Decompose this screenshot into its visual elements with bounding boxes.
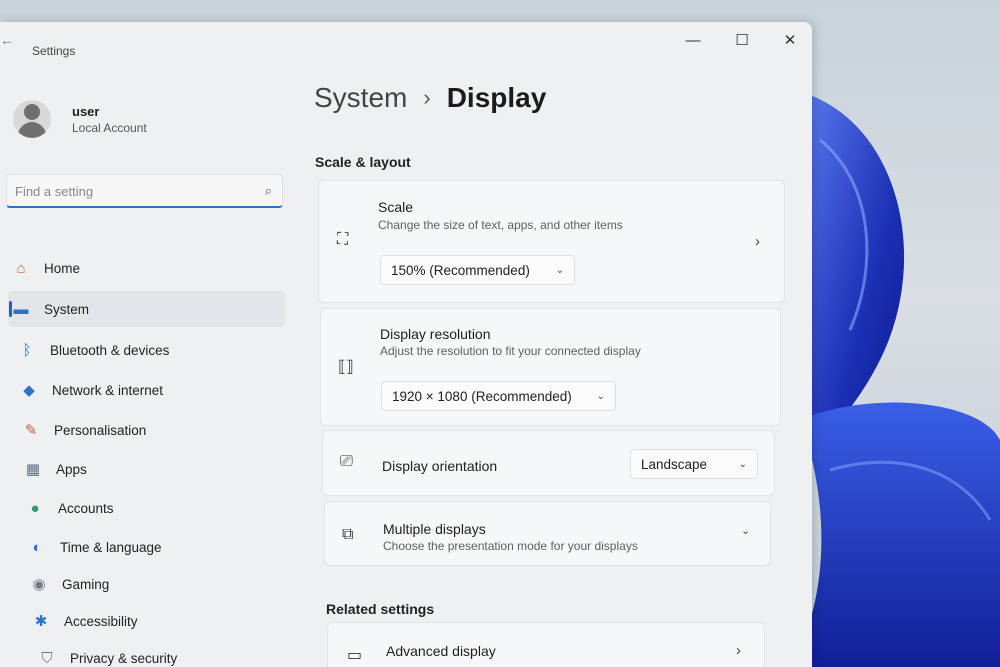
person-icon: ● [30,499,40,517]
orientation-value: Landscape [641,456,708,472]
sidebar-item-home[interactable]: ⌂ Home [8,250,285,286]
chevron-right-icon[interactable]: › [736,642,741,659]
scale-subtitle: Change the size of text, apps, and other… [378,218,623,232]
breadcrumb-parent[interactable]: System [314,82,407,114]
globe-icon: ◐ [32,538,42,556]
home-icon: ⌂ [16,259,26,277]
sidebar-item-label: Accessibility [64,613,138,629]
sidebar-item-label: Bluetooth & devices [50,342,170,358]
scale-icon: ⛶ [337,231,349,248]
sidebar-item-bluetooth-devices[interactable]: ᛒ Bluetooth & devices [14,332,291,368]
account-type: Local Account [72,121,147,135]
resolution-value: 1920 × 1080 (Recommended) [392,388,572,404]
monitor-icon: ▭ [347,647,363,664]
sidebar-item-network-internet[interactable]: ◆ Network & internet [16,372,293,408]
sidebar-item-label: Privacy & security [70,650,178,666]
wifi-icon: ◆ [23,382,35,399]
orientation-icon: ⎚ [340,453,353,470]
multiple-displays-subtitle: Choose the presentation mode for your di… [383,539,638,553]
sidebar-item-gaming[interactable]: ◉ Gaming [26,566,303,602]
sidebar-item-label: Accounts [58,500,114,516]
sidebar-item-accessibility[interactable]: ✱ Accessibility [28,603,305,639]
sidebar-item-label: Home [44,260,81,276]
user-name: user [72,104,100,119]
sidebar-item-label: Gaming [62,576,110,592]
active-indicator [9,301,12,317]
sidebar-item-label: Time & language [60,539,162,555]
resolution-title: Display resolution [380,326,491,342]
close-button[interactable]: ✕ [775,28,805,52]
resolution-icon: ⟦⟧ [338,359,354,376]
chevron-down-icon: ⌄ [555,264,564,276]
section-title-related-settings: Related settings [326,601,435,617]
orientation-title: Display orientation [382,458,498,474]
display-resolution-card: ⟦⟧ Display resolution Adjust the resolut… [320,308,781,426]
breadcrumb: System › Display [314,82,546,114]
gamepad-icon: ◉ [32,576,46,593]
maximize-button[interactable]: ☐ [727,28,757,52]
sidebar-item-privacy-security[interactable]: ⛉ Privacy & security [34,640,311,667]
chevron-down-icon: ⌄ [738,458,747,470]
paintbrush-icon: ✎ [24,422,38,439]
scale-dropdown[interactable]: 150% (Recommended) ⌄ [380,255,575,285]
orientation-dropdown[interactable]: Landscape ⌄ [630,449,758,479]
section-title-scale-layout: Scale & layout [315,154,411,170]
scale-value: 150% (Recommended) [391,262,530,278]
back-arrow-icon[interactable]: ← [0,32,14,48]
sidebar-item-time-language[interactable]: ◐ Time & language [24,529,301,565]
sidebar-item-label: Apps [56,461,87,477]
sidebar-item-label: Network & internet [52,382,164,398]
chevron-right-icon: › [423,85,431,110]
advanced-display-card[interactable]: ▭ Advanced display › [327,622,765,667]
settings-window: ← Settings — ☐ ✕ user Local Account ⌕ ⌂ H… [0,22,812,667]
multiple-displays-card[interactable]: ⧉ Multiple displays Choose the presentat… [324,501,771,566]
apps-icon: ▦ [25,461,41,478]
search-box[interactable]: ⌕ [6,174,283,208]
multiple-displays-title: Multiple displays [383,521,486,537]
sidebar-item-accounts[interactable]: ● Accounts [22,490,299,526]
search-input[interactable] [15,181,245,201]
multiple-displays-icon: ⧉ [342,526,354,543]
sidebar-item-label: System [44,301,90,317]
sidebar-item-system[interactable]: ▬ System [8,291,285,327]
scale-card[interactable]: ⛶ Scale Change the size of text, apps, a… [318,180,785,303]
resolution-subtitle: Adjust the resolution to fit your connec… [380,344,641,358]
scale-title: Scale [378,199,414,215]
sidebar-item-personalisation[interactable]: ✎ Personalisation [18,412,295,448]
page-title: Display [446,82,547,113]
sidebar-item-label: Personalisation [54,422,147,438]
title-bar: ← Settings — ☐ ✕ [0,22,812,59]
advanced-display-title: Advanced display [386,643,496,659]
sidebar-item-apps[interactable]: ▦ Apps [20,451,297,487]
resolution-dropdown[interactable]: 1920 × 1080 (Recommended) ⌄ [381,381,616,411]
shield-icon: ⛉ [41,649,53,667]
minimize-button[interactable]: — [678,28,708,52]
bluetooth-icon: ᛒ [22,341,32,359]
avatar[interactable] [13,100,51,138]
display-orientation-card: ⎚ Display orientation Landscape ⌄ [322,430,775,496]
chevron-down-icon[interactable]: ⌄ [741,524,750,537]
window-title: Settings [32,44,76,58]
chevron-down-icon: ⌄ [596,390,605,402]
search-icon[interactable]: ⌕ [265,183,272,199]
accessibility-icon: ✱ [34,613,48,630]
chevron-right-icon[interactable]: › [755,233,760,250]
